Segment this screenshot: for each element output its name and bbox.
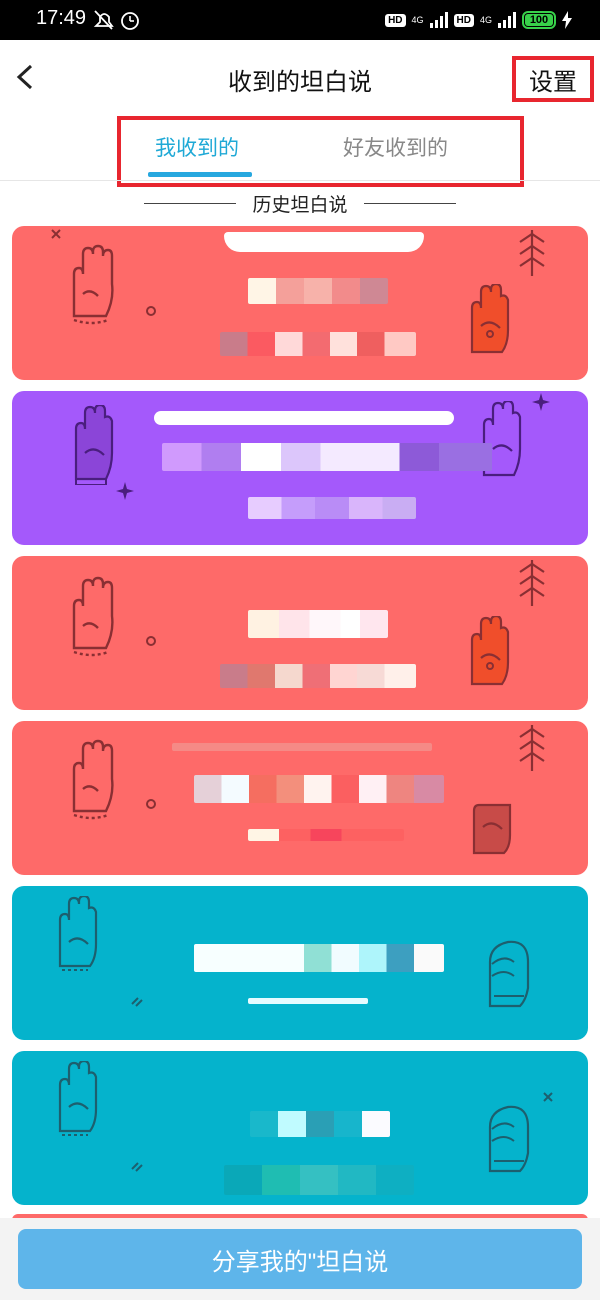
- active-tab-indicator: [148, 172, 252, 177]
- bracelet-hand-icon: [72, 576, 114, 657]
- fist-icon: [472, 803, 512, 855]
- heading-line-left: [144, 202, 237, 204]
- sparkle-icon: [543, 1092, 553, 1102]
- blurred-text: [194, 944, 444, 972]
- blurred-text: [162, 443, 492, 471]
- dot-icon: [146, 636, 156, 646]
- sparkle-icon: [51, 229, 61, 239]
- fist-icon: [488, 940, 530, 1008]
- status-time: 17:49: [36, 7, 87, 29]
- blurred-header-bar: [154, 411, 454, 425]
- confession-card[interactable]: [12, 1051, 588, 1205]
- charging-icon: [562, 11, 572, 29]
- section-title: 历史坦白说: [252, 193, 348, 216]
- blurred-text: [248, 998, 368, 1004]
- fist-icon: [488, 1105, 530, 1173]
- divider: [0, 180, 600, 181]
- blurred-text: [248, 610, 388, 638]
- signal-icon: [429, 12, 448, 28]
- settings-button[interactable]: 设置: [512, 56, 594, 102]
- hand-icon: [74, 405, 114, 485]
- hd-icon-2: HD: [453, 13, 474, 27]
- share-confession-button[interactable]: 分享我的"坦白说: [18, 1229, 582, 1289]
- blurred-text: [220, 664, 416, 688]
- sparkle-icon: [131, 997, 143, 1007]
- tab-friends-received[interactable]: 好友收到的: [343, 132, 448, 162]
- confession-card[interactable]: [12, 226, 588, 380]
- fist-icon: [470, 616, 510, 686]
- confession-card[interactable]: [12, 886, 588, 1040]
- bracelet-hand-icon: [72, 244, 114, 325]
- sparkle-icon: [532, 393, 550, 411]
- confession-card[interactable]: [12, 721, 588, 875]
- blurred-text: [248, 497, 416, 519]
- fist-icon: [470, 284, 510, 354]
- blurred-text: [224, 1165, 414, 1195]
- dot-icon: [146, 306, 156, 316]
- heading-line-right: [363, 202, 456, 204]
- section-heading: 历史坦白说: [0, 190, 600, 216]
- sparkle-icon: [116, 482, 134, 500]
- tab-my-received[interactable]: 我收到的: [155, 132, 239, 162]
- blurred-header-bar: [172, 743, 432, 751]
- nav-bar: 收到的坦白说 设置: [0, 40, 600, 116]
- sparkle-icon: [131, 1162, 143, 1172]
- blurred-text: [220, 332, 416, 356]
- signal-icon-2: [498, 12, 516, 28]
- confession-card[interactable]: [12, 391, 588, 545]
- hd-icon: HD: [385, 13, 406, 27]
- hand-icon: [58, 1061, 98, 1136]
- tree-icon: [519, 725, 545, 771]
- network-label: 4G: [411, 15, 424, 25]
- blurred-text: [250, 1111, 390, 1137]
- blurred-text: [194, 775, 444, 803]
- mute-alarm-icon: [93, 10, 139, 30]
- bracelet-hand-icon: [72, 739, 114, 820]
- battery-icon: 100: [522, 11, 556, 29]
- page-title: 收到的坦白说: [228, 68, 372, 96]
- tree-icon: [519, 560, 545, 606]
- network-label-2: 4G: [479, 15, 492, 25]
- blurred-header-bar: [224, 232, 424, 252]
- confession-card[interactable]: [12, 556, 588, 710]
- blurred-text: [248, 829, 404, 841]
- dot-icon: [146, 799, 156, 809]
- tree-icon: [519, 230, 545, 276]
- status-bar: 17:49 HD 4G HD 4G 100: [0, 0, 600, 40]
- blurred-text: [248, 278, 388, 304]
- hand-icon: [58, 896, 98, 971]
